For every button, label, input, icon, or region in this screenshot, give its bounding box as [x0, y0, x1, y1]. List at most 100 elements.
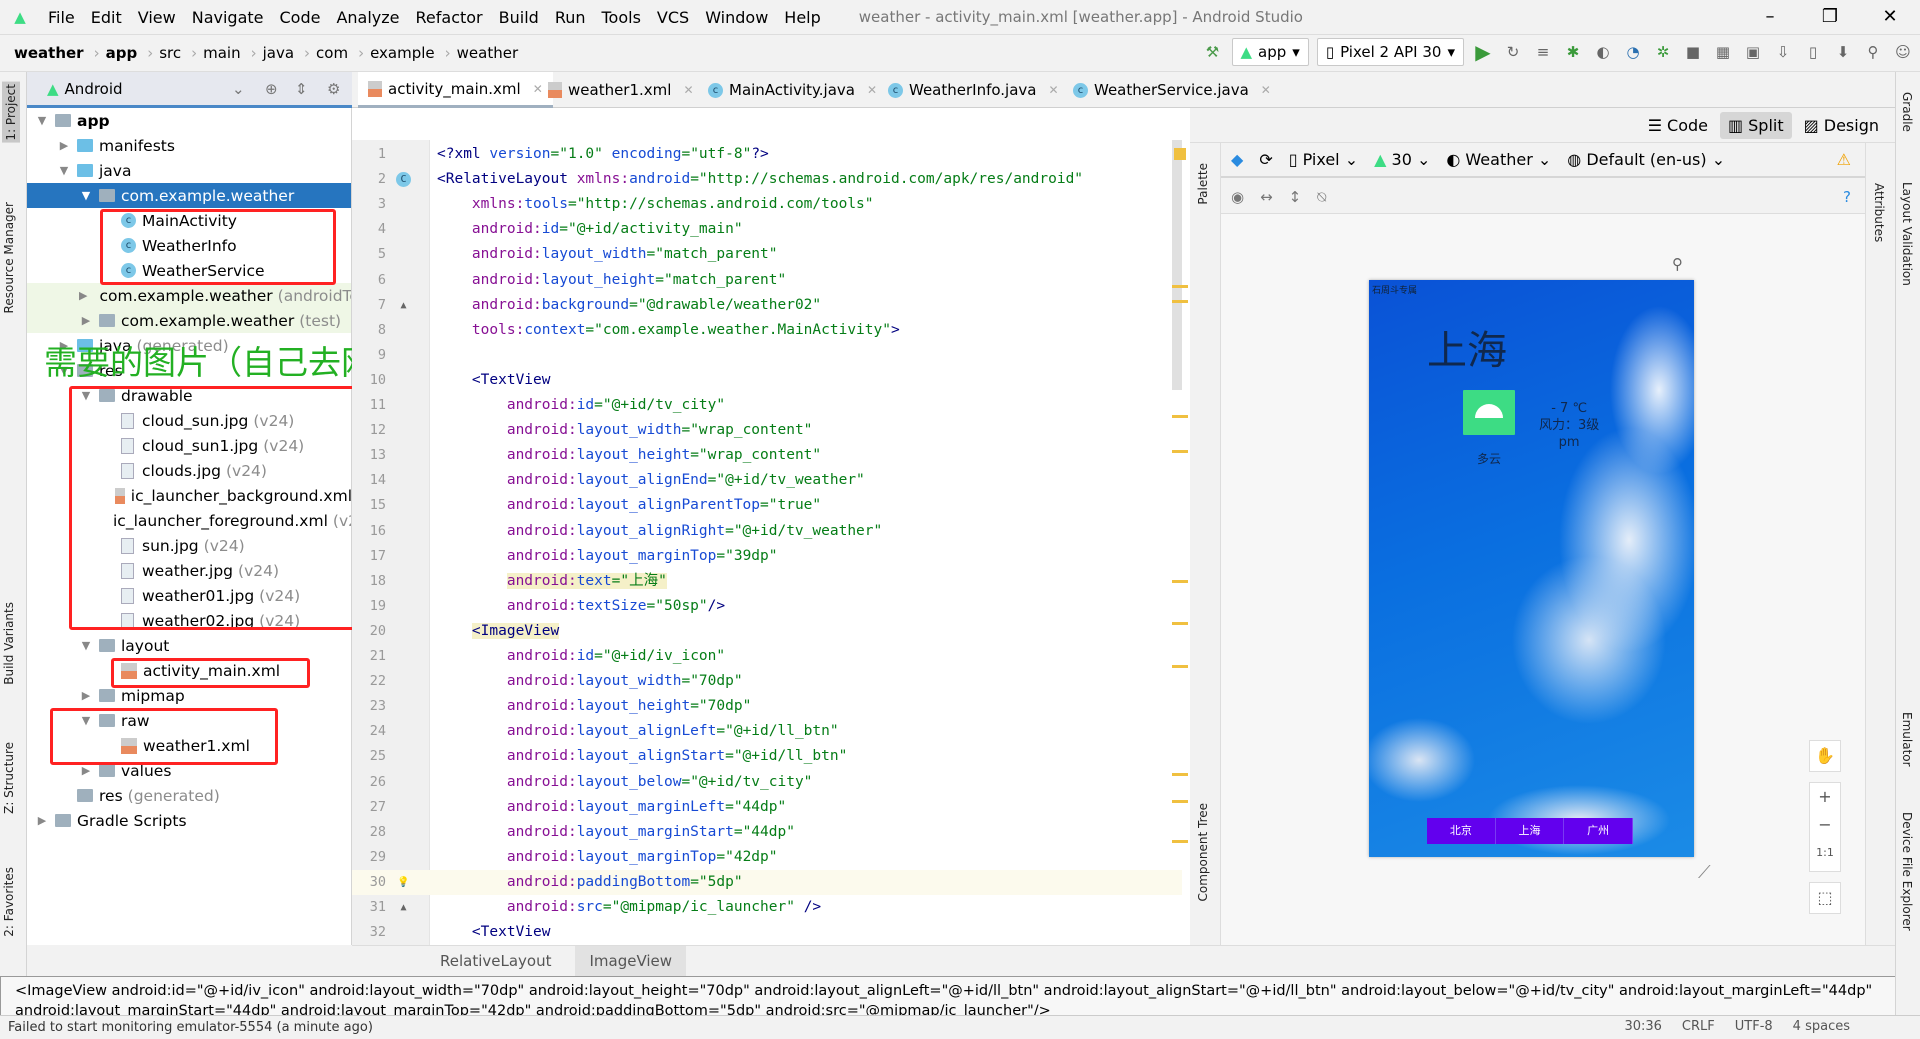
expanded-arrow-icon[interactable]: ▼ — [79, 189, 93, 202]
menu-vcs[interactable]: VCS — [649, 8, 697, 27]
code-line[interactable]: 14 android:layout_alignEnd="@+id/tv_weat… — [352, 468, 1182, 493]
tab-activity_main-xml[interactable]: activity_main.xml ✕ — [358, 72, 553, 108]
marker[interactable] — [1172, 800, 1188, 803]
apply-code-changes-icon[interactable]: ≡ — [1532, 41, 1554, 63]
tab-weatherservice-java[interactable]: c WeatherService.java ✕ — [1063, 72, 1281, 108]
maximize-button[interactable]: ❐ — [1800, 0, 1860, 34]
code-line[interactable]: 24 android:layout_alignLeft="@+id/ll_btn… — [352, 719, 1182, 744]
tree-item[interactable]: ▼ com.example.weather — [27, 183, 351, 208]
tree-item[interactable]: ▼ app — [27, 108, 351, 133]
gear-icon[interactable]: ⚙ — [327, 80, 340, 98]
code-line[interactable]: 26 android:layout_below="@+id/tv_city" — [352, 770, 1182, 795]
breadcrumb-imageview[interactable]: ImageView — [575, 946, 687, 976]
code-line[interactable]: 6 android:layout_height="match_parent" — [352, 268, 1182, 293]
warning-marker[interactable] — [1174, 148, 1186, 160]
collapsed-arrow-icon[interactable]: ▶ — [79, 764, 93, 777]
locate-icon[interactable]: ⊕ — [265, 80, 278, 98]
breadcrumb-example[interactable]: example — [370, 44, 435, 62]
code-line[interactable]: 10 <TextView — [352, 368, 1182, 393]
breadcrumb-app[interactable]: app — [106, 44, 138, 62]
breadcrumb-src[interactable]: src — [159, 44, 181, 62]
code-line[interactable]: 7 android:background="@drawable/weather0… — [352, 293, 1182, 318]
avd-manager-icon[interactable]: ▣ — [1742, 41, 1764, 63]
breadcrumb-relativelayout[interactable]: RelativeLayout — [440, 952, 551, 970]
menu-run[interactable]: Run — [547, 8, 594, 27]
profile-icon[interactable]: ◔ — [1622, 41, 1644, 63]
class-gutter-icon[interactable]: C — [396, 172, 411, 188]
code-line[interactable]: 13 android:layout_height="wrap_content" — [352, 443, 1182, 468]
resize-handle-icon[interactable]: ⟋ — [1698, 862, 1711, 883]
code-line[interactable]: 4 android:id="@+id/activity_main" — [352, 217, 1182, 242]
image-preview-icon[interactable]: ▲ — [396, 900, 411, 915]
code-line[interactable]: 12 android:layout_width="wrap_content" — [352, 418, 1182, 443]
device-dropdown[interactable]: ▯ Pixel 2 API 30 ▾ — [1316, 38, 1464, 66]
tool-tab-device-file-explorer[interactable]: Device File Explorer — [1900, 812, 1914, 931]
code-line[interactable]: 32 <TextView — [352, 920, 1182, 945]
code-line[interactable]: 22 android:layout_width="70dp" — [352, 669, 1182, 694]
tool-tab-resource-manager[interactable]: Resource Manager — [2, 202, 16, 313]
code-line[interactable]: 29 android:layout_marginTop="42dp" — [352, 845, 1182, 870]
zoom-actual-size-button[interactable]: 1:1 — [1810, 839, 1840, 867]
theme-selector[interactable]: ◐ Weather ⌄ — [1446, 150, 1551, 169]
tool-tab-project[interactable]: 1: Project — [2, 82, 20, 143]
shanghai-button[interactable]: 上海 — [1495, 818, 1565, 844]
code-line[interactable]: 30 android:paddingBottom="5dp" 💡 — [352, 869, 1182, 895]
marker[interactable] — [1172, 622, 1188, 625]
code-line[interactable]: 19 android:textSize="50sp"/> — [352, 594, 1182, 619]
menu-help[interactable]: Help — [776, 8, 828, 27]
code-line[interactable]: 17 android:layout_marginTop="39dp" — [352, 544, 1182, 569]
marker[interactable] — [1172, 840, 1188, 843]
code-line[interactable]: 16 android:layout_alignRight="@+id/tv_we… — [352, 519, 1182, 544]
bulb-icon[interactable]: 💡 — [396, 875, 411, 890]
collapsed-arrow-icon[interactable]: ▶ — [79, 689, 93, 702]
tool-tab-build-variants[interactable]: Build Variants — [2, 602, 16, 685]
chevron-down-icon[interactable]: ⌄ — [232, 80, 245, 98]
beijing-button[interactable]: 北京 — [1427, 818, 1496, 844]
breadcrumb-java[interactable]: java — [263, 44, 294, 62]
minimize-button[interactable]: – — [1740, 0, 1800, 34]
help-icon[interactable]: ? — [1843, 188, 1851, 206]
tree-item[interactable]: ▼ java — [27, 158, 351, 183]
tool-tab-favorites[interactable]: 2: Favorites — [2, 867, 16, 937]
phone-preview[interactable]: 石周斗专属 上海 多云 - 7 ℃ 风力：3级 pm 北京 上海 广州 — [1369, 280, 1694, 857]
debug-icon[interactable]: ✱ — [1562, 41, 1584, 63]
marker[interactable] — [1172, 773, 1188, 776]
design-mode-button[interactable]: ▨ Design — [1796, 112, 1887, 139]
split-mode-button[interactable]: ▥ Split — [1720, 111, 1792, 139]
view-options-icon[interactable]: ◉ — [1231, 188, 1244, 206]
run-config-dropdown[interactable]: ▲ app ▾ — [1231, 38, 1309, 66]
tab-mainactivity-java[interactable]: c MainActivity.java ✕ — [698, 72, 887, 108]
tab-weatherinfo-java[interactable]: c WeatherInfo.java ✕ — [878, 72, 1069, 108]
code-line[interactable]: 3 xmlns:tools="http://schemas.android.co… — [352, 192, 1182, 217]
tree-item[interactable]: ▶ com.example.weather (test) — [27, 308, 351, 333]
menu-tools[interactable]: Tools — [594, 8, 649, 27]
attributes-tab[interactable]: Attributes — [1872, 183, 1886, 242]
code-line[interactable]: 23 android:layout_height="70dp" — [352, 694, 1182, 719]
locale-selector[interactable]: ◍ Default (en-us) ⌄ — [1567, 150, 1725, 169]
expanded-arrow-icon[interactable]: ▼ — [79, 639, 93, 652]
attach-debugger-icon[interactable]: ✲ — [1652, 41, 1674, 63]
collapsed-arrow-icon[interactable]: ▶ — [35, 814, 49, 827]
marker[interactable] — [1172, 665, 1188, 668]
code-line[interactable]: 18 android:text="上海" — [352, 569, 1182, 594]
tool-tab-structure[interactable]: Z: Structure — [2, 742, 16, 814]
run-icon[interactable]: ▶ — [1472, 40, 1494, 64]
stop-icon[interactable]: ■ — [1682, 41, 1704, 63]
caret-position[interactable]: 30:36 — [1624, 1019, 1661, 1034]
api-selector[interactable]: ▲ 30 ⌄ — [1374, 150, 1430, 169]
code-line[interactable]: 2 <RelativeLayout xmlns:android="http://s… — [352, 167, 1182, 192]
code-line[interactable]: 8 tools:context="com.example.weather.Mai… — [352, 318, 1182, 343]
orientation-icon[interactable]: ⟳ — [1259, 150, 1272, 169]
breadcrumb-main[interactable]: main — [203, 44, 240, 62]
image-preview-icon[interactable]: ▲ — [396, 298, 411, 313]
tree-item[interactable]: ▶ com.example.weather(androidTest) — [27, 283, 351, 308]
menu-build[interactable]: Build — [491, 8, 547, 27]
warning-icon[interactable]: ⚠ — [1837, 150, 1851, 169]
zoom-out-button[interactable]: − — [1810, 811, 1840, 839]
resource-icon[interactable]: ⬇ — [1832, 41, 1854, 63]
menu-code[interactable]: Code — [272, 8, 329, 27]
infer-constraints-icon[interactable]: ⍉ — [1317, 188, 1326, 206]
code-mode-button[interactable]: ☰ Code — [1640, 112, 1716, 139]
breadcrumb-com[interactable]: com — [316, 44, 348, 62]
code-line[interactable]: 28 android:layout_marginStart="44dp" — [352, 820, 1182, 845]
